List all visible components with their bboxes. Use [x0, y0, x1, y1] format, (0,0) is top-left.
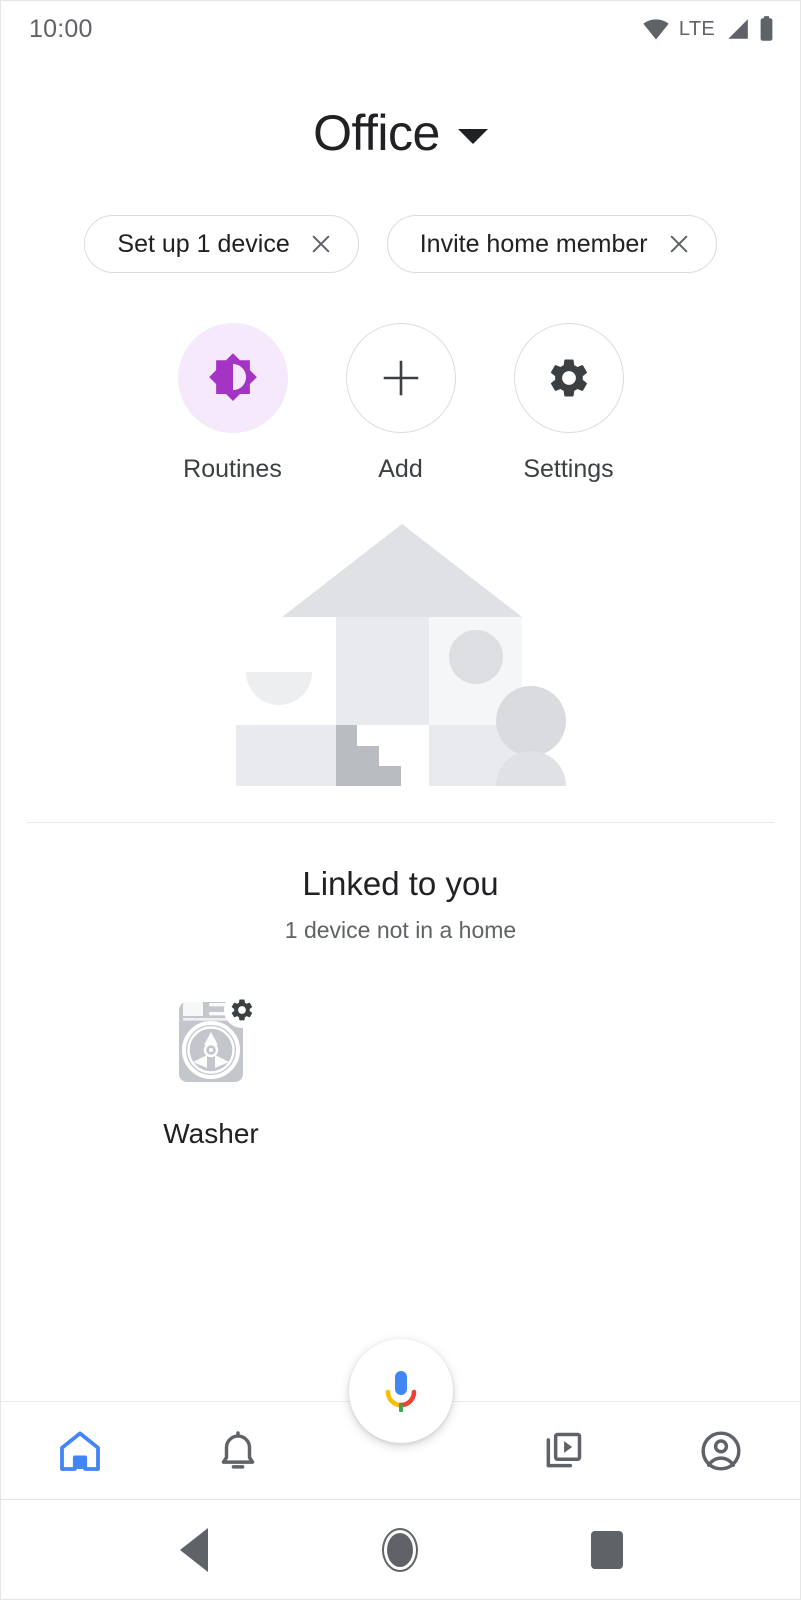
nav-item-notifications[interactable]	[159, 1402, 317, 1499]
suggestion-chips: Set up 1 device Invite home member	[1, 215, 800, 273]
linked-section-subtitle: 1 device not in a home	[284, 917, 517, 943]
network-label: LTE	[678, 18, 715, 40]
android-system-navigation	[1, 1499, 800, 1599]
assistant-button[interactable]	[348, 1339, 453, 1443]
home-selector[interactable]: Office	[1, 101, 800, 165]
device-label: Washer	[163, 1118, 259, 1149]
recents-square-icon	[590, 1530, 623, 1569]
signal-icon	[728, 19, 748, 39]
action-routines[interactable]: Routines	[149, 323, 317, 484]
wifi-icon	[643, 19, 669, 40]
page-title: Office	[313, 105, 440, 161]
chip-label: Invite home member	[419, 229, 648, 258]
close-icon[interactable]	[310, 233, 332, 255]
close-icon[interactable]	[668, 233, 690, 255]
quick-actions: Routines Add Settings	[1, 323, 800, 484]
chip-set-up-device[interactable]: Set up 1 device	[84, 215, 359, 273]
routines-button[interactable]	[177, 323, 288, 433]
device-tile-washer[interactable]: Washer	[131, 982, 291, 1150]
gear-icon	[550, 359, 587, 397]
settings-button[interactable]	[513, 323, 624, 433]
phone-screen: 10:00 LTE Office Set up 1 device Invite …	[0, 0, 801, 1600]
washer-icon	[179, 992, 260, 1082]
nav-item-home[interactable]	[1, 1402, 159, 1499]
status-time: 10:00	[29, 14, 93, 43]
google-assistant-mic-icon	[385, 1371, 416, 1412]
action-settings[interactable]: Settings	[485, 323, 653, 484]
action-label: Settings	[523, 455, 614, 483]
action-add[interactable]: Add	[317, 323, 485, 484]
chevron-down-icon[interactable]	[457, 128, 488, 144]
media-play-icon	[546, 1432, 581, 1467]
empty-state-illustration-wrap	[1, 524, 800, 786]
chip-invite-home-member[interactable]: Invite home member	[386, 215, 717, 273]
nav-item-account[interactable]	[642, 1402, 800, 1499]
account-circle-icon	[701, 1430, 741, 1471]
add-button[interactable]	[345, 323, 456, 433]
device-grid: Washer	[1, 982, 800, 1150]
bell-icon	[222, 1430, 255, 1469]
system-recents-button[interactable]	[562, 1515, 652, 1585]
action-label: Routines	[183, 455, 282, 483]
home-icon	[60, 1431, 101, 1471]
chip-label: Set up 1 device	[117, 229, 290, 258]
plus-icon	[383, 360, 418, 396]
battery-icon	[760, 16, 773, 41]
linked-section-title: Linked to you	[302, 865, 499, 902]
brightness-star-icon	[208, 353, 257, 401]
status-bar: 10:00 LTE	[1, 1, 800, 57]
back-triangle-icon	[180, 1527, 209, 1572]
bottom-area	[1, 1339, 800, 1499]
action-label: Add	[378, 455, 423, 483]
nav-item-media[interactable]	[484, 1402, 642, 1499]
status-icons: LTE	[642, 16, 774, 42]
empty-home-illustration	[235, 524, 566, 786]
linked-to-you-section: Linked to you 1 device not in a home Was…	[1, 823, 800, 1401]
home-circle-icon	[382, 1527, 419, 1572]
system-back-button[interactable]	[149, 1515, 239, 1585]
system-home-button[interactable]	[355, 1515, 445, 1585]
device-icon-box	[151, 982, 271, 1102]
